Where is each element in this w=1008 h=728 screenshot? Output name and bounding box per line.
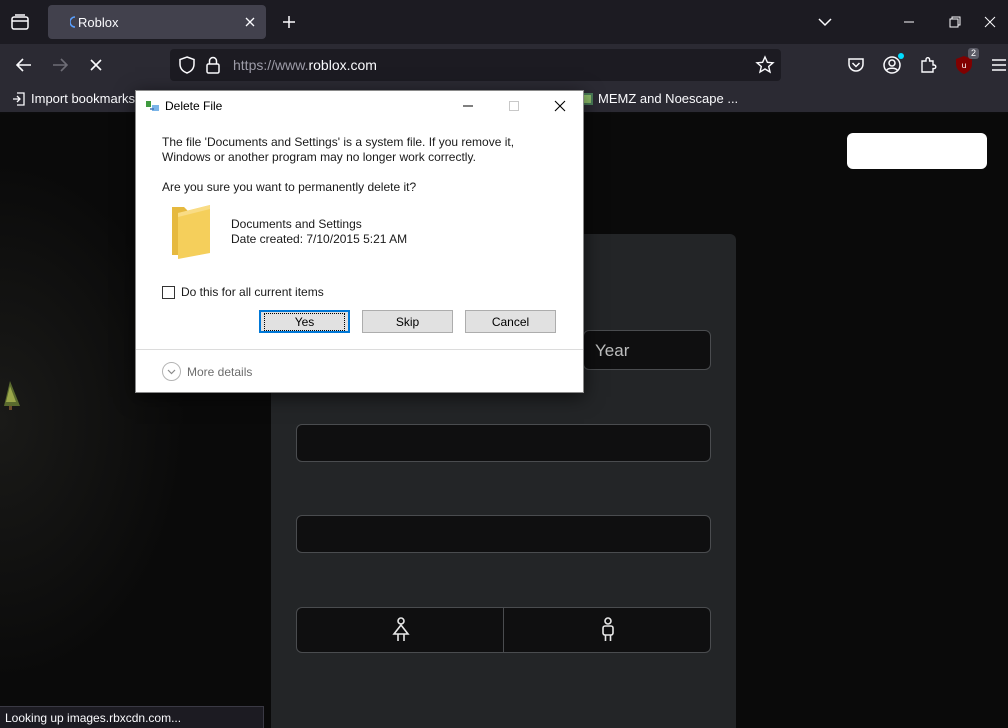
username-input[interactable] bbox=[296, 424, 711, 462]
plus-icon bbox=[283, 16, 295, 28]
address-bar[interactable]: https://www.roblox.com bbox=[170, 49, 781, 81]
tree-sprite-icon bbox=[4, 381, 20, 410]
sync-dot bbox=[898, 53, 904, 59]
tab-roblox[interactable]: Roblox bbox=[48, 5, 266, 39]
delete-file-app-icon bbox=[146, 101, 159, 111]
dialog-message-line-2: Windows or another program may no longer… bbox=[162, 150, 476, 164]
bookmark-label: Import bookmarks... bbox=[31, 91, 146, 106]
chevron-down-icon bbox=[818, 18, 832, 27]
male-icon bbox=[601, 617, 614, 641]
folder-icon bbox=[172, 205, 210, 259]
new-tab-button[interactable] bbox=[278, 11, 300, 33]
file-date-created: Date created: 7/10/2015 5:21 AM bbox=[231, 232, 408, 246]
url-host: roblox.com bbox=[308, 57, 377, 73]
back-button[interactable] bbox=[10, 51, 38, 79]
header-button[interactable] bbox=[847, 133, 987, 169]
restore-icon bbox=[949, 16, 961, 28]
import-icon bbox=[13, 91, 25, 106]
arrow-right-icon bbox=[53, 58, 68, 72]
skip-button-label: Skip bbox=[395, 314, 420, 329]
extension-badge: 2 bbox=[967, 48, 979, 59]
tab-title: Roblox bbox=[78, 15, 119, 30]
cancel-button-label: Cancel bbox=[491, 314, 530, 329]
status-bar: Looking up images.rbxcdn.com... bbox=[0, 706, 264, 728]
password-input[interactable] bbox=[296, 515, 711, 553]
bookmark-import[interactable]: Import bookmarks... bbox=[12, 91, 146, 106]
account-button[interactable] bbox=[879, 52, 905, 78]
dialog-close-button[interactable] bbox=[540, 93, 580, 119]
cancel-button[interactable]: Cancel bbox=[465, 310, 556, 333]
gender-female-button[interactable] bbox=[297, 608, 504, 652]
apply-to-all-label[interactable]: Do this for all current items bbox=[181, 285, 324, 299]
extensions-button[interactable] bbox=[915, 52, 941, 78]
apply-to-all-checkbox[interactable] bbox=[162, 286, 175, 299]
dialog-separator bbox=[136, 349, 583, 350]
dialog-maximize-button[interactable] bbox=[494, 93, 534, 119]
expand-circle bbox=[162, 362, 181, 381]
ublock-button[interactable]: u 2 bbox=[951, 48, 979, 78]
skip-button[interactable]: Skip bbox=[362, 310, 453, 333]
bookmark-memz[interactable]: MEMZ and Noescape ... bbox=[582, 91, 738, 106]
close-icon bbox=[984, 16, 996, 28]
dialog-minimize-button[interactable] bbox=[448, 93, 488, 119]
file-name: Documents and Settings bbox=[231, 217, 362, 231]
tab-list-icon bbox=[11, 14, 29, 30]
year-placeholder: Year bbox=[595, 341, 630, 360]
minimize-window-button[interactable] bbox=[895, 8, 923, 36]
dialog-message-line-1: The file 'Documents and Settings' is a s… bbox=[162, 135, 515, 149]
tab-list-button[interactable] bbox=[8, 10, 32, 34]
arrow-left-icon bbox=[16, 58, 31, 72]
close-window-button[interactable] bbox=[976, 8, 1004, 36]
yes-button[interactable]: Yes bbox=[259, 310, 350, 333]
status-text: Looking up images.rbxcdn.com... bbox=[5, 711, 182, 725]
list-all-tabs-button[interactable] bbox=[814, 11, 836, 33]
maximize-icon bbox=[509, 101, 519, 111]
navigation-toolbar: https://www.roblox.com u 2 bbox=[0, 44, 1008, 86]
minimize-icon bbox=[904, 21, 914, 23]
pocket-icon bbox=[848, 58, 864, 72]
tab-close-button[interactable] bbox=[242, 14, 258, 30]
birthday-year-select[interactable]: Year bbox=[583, 330, 711, 370]
gender-male-button[interactable] bbox=[504, 608, 710, 652]
screen: Roblox https://www.roblox.com u 2 Import… bbox=[0, 0, 1008, 728]
close-icon bbox=[245, 17, 255, 27]
shield-icon[interactable] bbox=[178, 56, 196, 74]
lock-icon[interactable] bbox=[206, 56, 220, 74]
stop-icon bbox=[90, 59, 102, 71]
url-text[interactable]: https://www.roblox.com bbox=[233, 57, 377, 73]
yes-button-label: Yes bbox=[263, 312, 346, 331]
gender-selector bbox=[296, 607, 711, 653]
svg-text:u: u bbox=[961, 61, 966, 70]
minimize-icon bbox=[463, 105, 473, 107]
tab-loading-icon bbox=[70, 16, 76, 28]
puzzle-icon bbox=[921, 57, 937, 73]
restore-window-button[interactable] bbox=[941, 8, 969, 36]
more-details-label: More details bbox=[187, 364, 253, 379]
forward-button[interactable] bbox=[46, 51, 74, 79]
app-menu-button[interactable] bbox=[986, 52, 1008, 78]
close-icon bbox=[554, 100, 566, 112]
dialog-titlebar[interactable]: Delete File bbox=[136, 91, 583, 121]
stop-loading-button[interactable] bbox=[82, 51, 110, 79]
url-protocol: https://www. bbox=[233, 57, 309, 73]
tab-strip: Roblox bbox=[0, 0, 1008, 44]
bookmark-label: MEMZ and Noescape ... bbox=[598, 91, 739, 106]
hamburger-menu-icon bbox=[992, 59, 1006, 71]
star-icon[interactable] bbox=[755, 55, 775, 75]
female-icon bbox=[391, 617, 410, 641]
more-details-toggle[interactable]: More details bbox=[162, 362, 252, 381]
chevron-down-icon bbox=[167, 369, 176, 374]
pocket-button[interactable] bbox=[843, 52, 869, 78]
dialog-title: Delete File bbox=[165, 99, 223, 113]
delete-file-dialog: Delete File The file 'Documents and Sett… bbox=[135, 90, 584, 393]
dialog-question: Are you sure you want to permanently del… bbox=[162, 180, 417, 194]
